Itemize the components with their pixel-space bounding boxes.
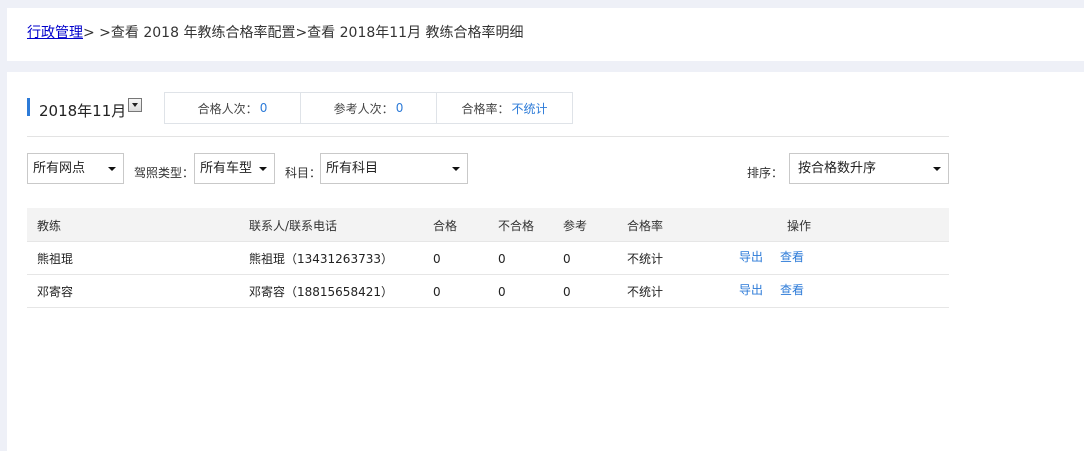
coach-contact: 熊祖琨（13431263733） [249, 252, 393, 266]
period-title: 2018年11月 [39, 102, 127, 120]
export-link[interactable]: 导出 [739, 274, 763, 306]
stat-value: 不统计 [511, 101, 548, 116]
stat-label: 参考人次： [333, 101, 394, 116]
breadcrumb-panel: 行政管理> >查看 2018 年教练合格率配置>查看 2018年11月 教练合格… [7, 8, 1084, 61]
chevron-down-icon [259, 167, 267, 171]
column-header-total: 参考 [563, 219, 588, 233]
stat-value: 0 [395, 101, 404, 115]
stat-exam-count: 参考人次： 0 [301, 93, 437, 123]
column-header-rate: 合格率 [627, 219, 664, 233]
table-row: 邓寄容 邓寄容（18815658421） 0 0 0 不统计 导出 查看 [27, 275, 949, 308]
fail-count: 0 [498, 285, 506, 299]
pass-count: 0 [433, 285, 441, 299]
stat-pass-rate: 合格率： 不统计 [437, 93, 572, 123]
subject-select-value: 所有科目 [326, 161, 379, 176]
fail-count: 0 [498, 252, 506, 266]
stats-box: 合格人次： 0 参考人次： 0 合格率： 不统计 [164, 92, 573, 124]
chevron-down-icon [452, 167, 460, 171]
coach-contact: 邓寄容（18815658421） [249, 285, 393, 299]
stat-pass-count: 合格人次： 0 [165, 93, 301, 123]
stat-label: 合格人次： [197, 101, 258, 116]
column-header-actions: 操作 [787, 219, 812, 233]
breadcrumb-admin-link[interactable]: 行政管理 [27, 25, 83, 41]
chevron-down-icon [108, 167, 116, 171]
divider [27, 136, 949, 137]
table-row: 熊祖琨 熊祖琨（13431263733） 0 0 0 不统计 导出 查看 [27, 242, 949, 275]
coach-name: 熊祖琨 [37, 252, 74, 266]
outlet-select-value: 所有网点 [33, 161, 86, 176]
column-header-pass: 合格 [433, 219, 458, 233]
stat-label: 合格率： [461, 101, 510, 116]
sort-select[interactable]: 按合格数升序 [789, 153, 949, 184]
export-link[interactable]: 导出 [739, 241, 763, 273]
outlet-select[interactable]: 所有网点 [27, 153, 124, 184]
sort-label: 排序： [747, 166, 784, 180]
sort-select-value: 按合格数升序 [798, 161, 877, 176]
vehicle-type-select-value: 所有车型 [200, 161, 253, 176]
column-header-contact: 联系人/联系电话 [249, 219, 338, 233]
vehicle-type-select[interactable]: 所有车型 [194, 153, 275, 184]
pass-rate: 不统计 [627, 285, 664, 299]
breadcrumb-separator: > [83, 25, 95, 41]
total-count: 0 [563, 285, 571, 299]
column-header-coach: 教练 [37, 219, 62, 233]
license-type-label: 驾照类型： [134, 166, 195, 180]
chevron-down-icon [933, 167, 941, 171]
pass-rate: 不统计 [627, 252, 664, 266]
subject-select[interactable]: 所有科目 [320, 153, 468, 184]
coach-name: 邓寄容 [37, 285, 74, 299]
breadcrumb-trail: >查看 2018 年教练合格率配置>查看 2018年11月 教练合格率明细 [94, 25, 524, 41]
column-header-fail: 不合格 [498, 219, 535, 233]
pass-count: 0 [433, 252, 441, 266]
period-dropdown-button[interactable] [128, 98, 142, 112]
top-strip [0, 0, 1084, 8]
table-header: 教练 联系人/联系电话 合格 不合格 参考 合格率 操作 [27, 208, 949, 242]
view-link[interactable]: 查看 [780, 241, 804, 273]
main-panel: 2018年11月 合格人次： 0 参考人次： 0 合格率： 不统计 所有网点 驾… [7, 72, 1084, 451]
title-accent-bar [27, 98, 30, 116]
coach-table: 教练 联系人/联系电话 合格 不合格 参考 合格率 操作 熊祖琨 熊祖琨（134… [27, 208, 949, 308]
total-count: 0 [563, 252, 571, 266]
view-link[interactable]: 查看 [780, 274, 804, 306]
stat-value: 0 [259, 101, 268, 115]
subject-label: 科目： [285, 166, 322, 180]
breadcrumb: 行政管理> >查看 2018 年教练合格率配置>查看 2018年11月 教练合格… [27, 22, 524, 42]
